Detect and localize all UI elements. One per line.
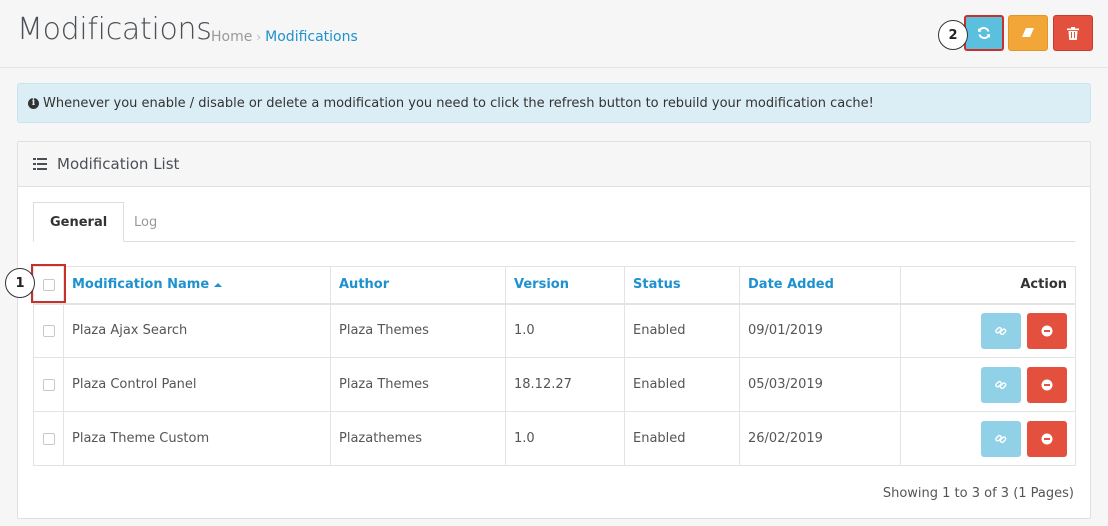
select-all-highlight (31, 264, 66, 303)
cell-status: Enabled (624, 411, 740, 466)
cell-version: 1.0 (505, 303, 625, 358)
cell-name: Plaza Control Panel (63, 357, 331, 412)
modifications-table: Modification Name Author Version Status … (33, 266, 1076, 466)
tab-log[interactable]: Log (117, 202, 174, 242)
refresh-icon (978, 27, 990, 39)
row-checkbox[interactable] (42, 432, 55, 445)
delete-button[interactable] (1053, 15, 1093, 51)
minus-circle-icon (1041, 379, 1053, 390)
cell-author: Plaza Themes (330, 357, 506, 412)
table-header-row: Modification Name Author Version Status … (33, 266, 1076, 305)
cell-action (900, 411, 1076, 466)
cell-name: Plaza Theme Custom (63, 411, 331, 466)
modification-list-panel: Modification List General Log Modificati… (17, 141, 1091, 519)
col-date-added[interactable]: Date Added (739, 266, 901, 305)
page-title: Modifications (17, 12, 212, 47)
col-modification-name[interactable]: Modification Name (63, 266, 331, 305)
clear-log-button[interactable] (1008, 15, 1048, 51)
cell-status: Enabled (624, 303, 740, 358)
col-status[interactable]: Status (624, 266, 740, 305)
annotation-marker-2: 2 (938, 20, 968, 50)
table-row: Plaza Control Panel Plaza Themes 18.12.2… (33, 357, 1076, 412)
info-circle-icon: i (28, 97, 39, 109)
breadcrumb-separator-icon: › (256, 30, 262, 44)
col-version[interactable]: Version (505, 266, 625, 305)
breadcrumb-modifications[interactable]: Modifications (265, 29, 358, 45)
panel-heading: Modification List (18, 142, 1090, 187)
link-button[interactable] (980, 312, 1021, 349)
cell-version: 18.12.27 (505, 357, 625, 412)
alert-text: Whenever you enable / disable or delete … (43, 95, 874, 111)
link-button[interactable] (980, 420, 1021, 457)
cell-date: 09/01/2019 (739, 303, 901, 358)
cell-version: 1.0 (505, 411, 625, 466)
cell-action (900, 357, 1076, 412)
eraser-icon (1022, 28, 1034, 37)
cell-name: Plaza Ajax Search (63, 303, 331, 358)
sort-asc-icon (214, 282, 223, 287)
link-icon (995, 380, 1007, 389)
pagination-text: Showing 1 to 3 of 3 (1 Pages) (882, 486, 1074, 501)
disable-button[interactable] (1027, 312, 1067, 349)
cell-author: Plazathemes (330, 411, 506, 466)
tabs: General Log (33, 202, 1075, 242)
trash-icon (1067, 26, 1079, 40)
disable-button[interactable] (1027, 366, 1067, 403)
cell-date: 05/03/2019 (739, 357, 901, 412)
cell-action (900, 303, 1076, 358)
cell-status: Enabled (624, 357, 740, 412)
tab-general[interactable]: General (33, 202, 125, 242)
minus-circle-icon (1041, 325, 1053, 337)
row-checkbox[interactable] (42, 324, 55, 337)
col-author[interactable]: Author (330, 266, 506, 305)
table-row: Plaza Theme Custom Plazathemes 1.0 Enabl… (33, 411, 1076, 466)
info-alert: i Whenever you enable / disable or delet… (17, 83, 1091, 123)
panel-title: Modification List (57, 155, 180, 173)
row-checkbox[interactable] (42, 378, 55, 391)
disable-button[interactable] (1027, 420, 1067, 457)
breadcrumb: Home › Modifications (211, 29, 358, 45)
minus-circle-icon (1041, 433, 1053, 444)
breadcrumb-home[interactable]: Home (211, 29, 252, 45)
cell-author: Plaza Themes (330, 303, 506, 358)
annotation-marker-1: 1 (5, 268, 35, 298)
link-icon (995, 326, 1007, 335)
col-action: Action (900, 266, 1076, 305)
link-button[interactable] (980, 366, 1021, 403)
refresh-button[interactable] (964, 15, 1004, 51)
cell-date: 26/02/2019 (739, 411, 901, 466)
list-icon (33, 158, 47, 170)
table-row: Plaza Ajax Search Plaza Themes 1.0 Enabl… (33, 303, 1076, 358)
link-icon (995, 434, 1007, 443)
